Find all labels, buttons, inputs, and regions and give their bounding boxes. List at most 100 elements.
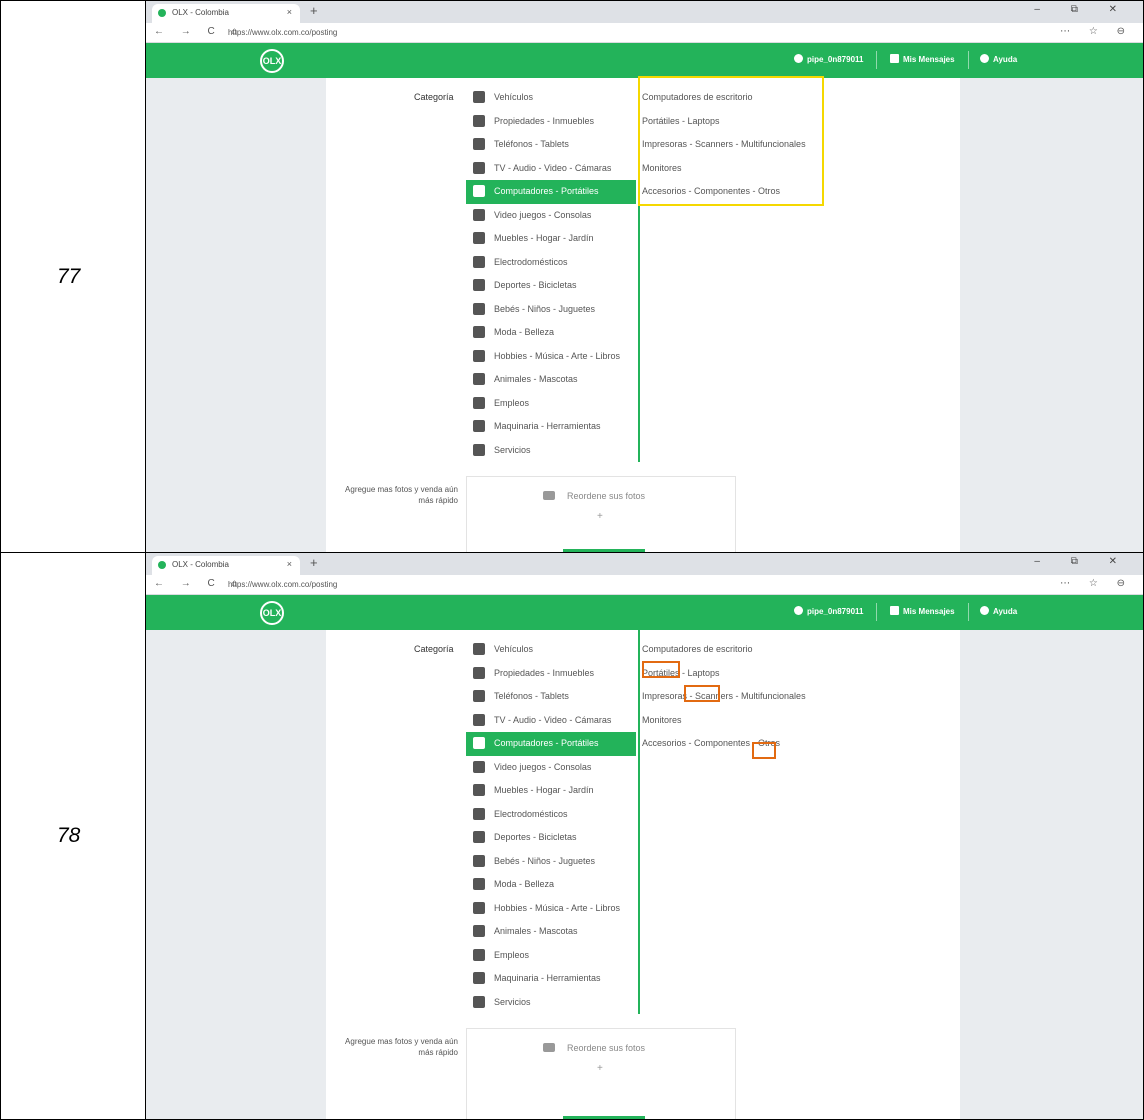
category-item[interactable]: Vehículos bbox=[466, 638, 636, 662]
category-item[interactable]: Teléfonos - Tablets bbox=[466, 685, 636, 709]
category-item[interactable]: Animales - Mascotas bbox=[466, 368, 636, 392]
category-item[interactable]: Computadores - Portátiles bbox=[466, 732, 636, 756]
toolbar-icons[interactable]: ⋯ ☆ ⊖ bbox=[1060, 578, 1133, 589]
subcategory-item[interactable]: Impresoras - Scanners - Multifuncionales bbox=[642, 685, 832, 709]
user-menu[interactable]: pipe_0n879011 bbox=[794, 606, 863, 616]
category-item[interactable]: Teléfonos - Tablets bbox=[466, 133, 636, 157]
category-item-label: Video juegos - Consolas bbox=[494, 209, 592, 220]
add-photo-icon[interactable]: + bbox=[597, 1063, 603, 1074]
tab-close-icon[interactable]: × bbox=[287, 559, 292, 569]
category-item[interactable]: Empleos bbox=[466, 392, 636, 416]
category-icon bbox=[473, 114, 485, 127]
new-tab-button[interactable]: + bbox=[310, 3, 318, 18]
tab-close-icon[interactable]: × bbox=[287, 7, 292, 17]
user-menu[interactable]: pipe_0n879011 bbox=[794, 54, 863, 64]
subcategory-item[interactable]: Monitores bbox=[642, 709, 832, 733]
browser-window: OLX - Colombia × + – ⧉ ✕ ← → C ⌂ https://www.… bbox=[146, 553, 1143, 1119]
photo-upload-box[interactable]: Reordene sus fotos + bbox=[466, 1028, 736, 1119]
category-icon bbox=[473, 232, 485, 244]
category-item-label: Teléfonos - Tablets bbox=[494, 691, 569, 701]
category-item[interactable]: TV - Audio - Video - Cámaras bbox=[466, 709, 636, 733]
category-item[interactable]: Electrodomésticos bbox=[466, 251, 636, 275]
category-icon bbox=[473, 737, 485, 749]
add-photo-icon[interactable]: + bbox=[597, 511, 603, 522]
category-item-label: Deportes - Bicicletas bbox=[494, 280, 577, 290]
category-item[interactable]: Deportes - Bicicletas bbox=[466, 826, 636, 850]
category-icon bbox=[473, 831, 485, 843]
category-icon bbox=[473, 443, 485, 456]
category-item[interactable]: Hobbies - Música - Arte - Libros bbox=[466, 897, 636, 921]
category-item[interactable]: Muebles - Hogar - Jardín bbox=[466, 227, 636, 251]
category-item-label: Vehículos bbox=[494, 644, 534, 654]
category-item-label: Moda - Belleza bbox=[494, 879, 555, 889]
category-icon bbox=[473, 138, 485, 150]
address-bar: ← → C ⌂ https://www.olx.com.co/posting ⋯ ☆… bbox=[146, 23, 1143, 43]
olx-logo[interactable]: OLX bbox=[260, 49, 284, 73]
url-input[interactable]: https://www.olx.com.co/posting bbox=[228, 580, 337, 589]
category-item-label: Maquinaria - Herramientas bbox=[494, 421, 601, 431]
category-item-label: Propiedades - Inmuebles bbox=[494, 667, 595, 678]
category-item-label: Maquinaria - Herramientas bbox=[494, 973, 601, 983]
category-icon bbox=[473, 666, 485, 679]
row-number: 77 bbox=[57, 264, 81, 288]
category-item-label: Computadores - Portátiles bbox=[494, 186, 599, 196]
subcategory-item[interactable]: Accesorios - Componentes - Otros bbox=[642, 732, 832, 756]
toolbar-icons[interactable]: ⋯ ☆ ⊖ bbox=[1060, 26, 1133, 37]
url-input[interactable]: https://www.olx.com.co/posting bbox=[228, 28, 337, 37]
category-item[interactable]: Bebés - Niños - Juguetes bbox=[466, 298, 636, 322]
window-controls[interactable]: – ⧉ ✕ bbox=[1034, 4, 1131, 15]
photo-button-label: Reordene sus fotos bbox=[567, 491, 646, 501]
browser-tab[interactable]: OLX - Colombia × bbox=[152, 4, 300, 23]
category-item[interactable]: Muebles - Hogar - Jardín bbox=[466, 779, 636, 803]
category-item[interactable]: TV - Audio - Video - Cámaras bbox=[466, 157, 636, 181]
messages-icon bbox=[890, 606, 899, 615]
category-item[interactable]: Animales - Mascotas bbox=[466, 920, 636, 944]
category-item[interactable]: Electrodomésticos bbox=[466, 803, 636, 827]
tab-bar: OLX - Colombia × + – ⧉ ✕ bbox=[146, 1, 1143, 23]
category-item-label: TV - Audio - Video - Cámaras bbox=[494, 162, 612, 173]
category-item[interactable]: Moda - Belleza bbox=[466, 321, 636, 345]
category-item[interactable]: Propiedades - Inmuebles bbox=[466, 110, 636, 134]
messages-label: Mis Mensajes bbox=[903, 55, 955, 64]
window-controls[interactable]: – ⧉ ✕ bbox=[1034, 556, 1131, 567]
category-item[interactable]: Video juegos - Consolas bbox=[466, 756, 636, 780]
olx-favicon-icon bbox=[158, 9, 166, 17]
highlight-box bbox=[642, 661, 680, 678]
photo-prompt: Agregue mas fotos y venda aún más rápido bbox=[345, 485, 458, 505]
messages-label: Mis Mensajes bbox=[903, 607, 955, 616]
category-item[interactable]: Empleos bbox=[466, 944, 636, 968]
category-item[interactable]: Servicios bbox=[466, 439, 636, 463]
photo-upload-box[interactable]: Reordene sus fotos + bbox=[466, 476, 736, 552]
category-item[interactable]: Video juegos - Consolas bbox=[466, 204, 636, 228]
category-item[interactable]: Moda - Belleza bbox=[466, 873, 636, 897]
category-label: Categoría bbox=[414, 92, 454, 102]
subcategory-item[interactable]: Computadores de escritorio bbox=[642, 638, 832, 662]
category-item[interactable]: Maquinaria - Herramientas bbox=[466, 967, 636, 991]
olx-logo[interactable]: OLX bbox=[260, 601, 284, 625]
help-link[interactable]: Ayuda bbox=[980, 606, 1017, 616]
category-item-label: Vehículos bbox=[494, 92, 534, 102]
messages-link[interactable]: Mis Mensajes bbox=[890, 606, 955, 616]
category-item[interactable]: Deportes - Bicicletas bbox=[466, 274, 636, 298]
category-item[interactable]: Bebés - Niños - Juguetes bbox=[466, 850, 636, 874]
category-icon bbox=[473, 713, 485, 726]
messages-link[interactable]: Mis Mensajes bbox=[890, 54, 955, 64]
browser-tab[interactable]: OLX - Colombia × bbox=[152, 556, 300, 575]
category-item[interactable]: Hobbies - Música - Arte - Libros bbox=[466, 345, 636, 369]
address-bar: ← → C ⌂ https://www.olx.com.co/posting ⋯ ☆… bbox=[146, 575, 1143, 595]
subcategory-list: Computadores de escritorio Portátiles - L… bbox=[642, 638, 832, 756]
category-icon bbox=[473, 972, 485, 984]
category-item[interactable]: Vehículos bbox=[466, 86, 636, 110]
category-item-label: Moda - Belleza bbox=[494, 327, 555, 337]
row-number: 78 bbox=[57, 824, 81, 847]
category-icon bbox=[473, 420, 485, 432]
category-icon bbox=[473, 326, 485, 338]
help-label: Ayuda bbox=[993, 607, 1018, 616]
help-link[interactable]: Ayuda bbox=[980, 54, 1017, 64]
category-item[interactable]: Servicios bbox=[466, 991, 636, 1015]
category-item[interactable]: Computadores - Portátiles bbox=[466, 180, 636, 204]
new-tab-button[interactable]: + bbox=[310, 555, 318, 570]
category-item[interactable]: Maquinaria - Herramientas bbox=[466, 415, 636, 439]
user-name: pipe_0n879011 bbox=[807, 55, 864, 64]
category-item[interactable]: Propiedades - Inmuebles bbox=[466, 662, 636, 686]
